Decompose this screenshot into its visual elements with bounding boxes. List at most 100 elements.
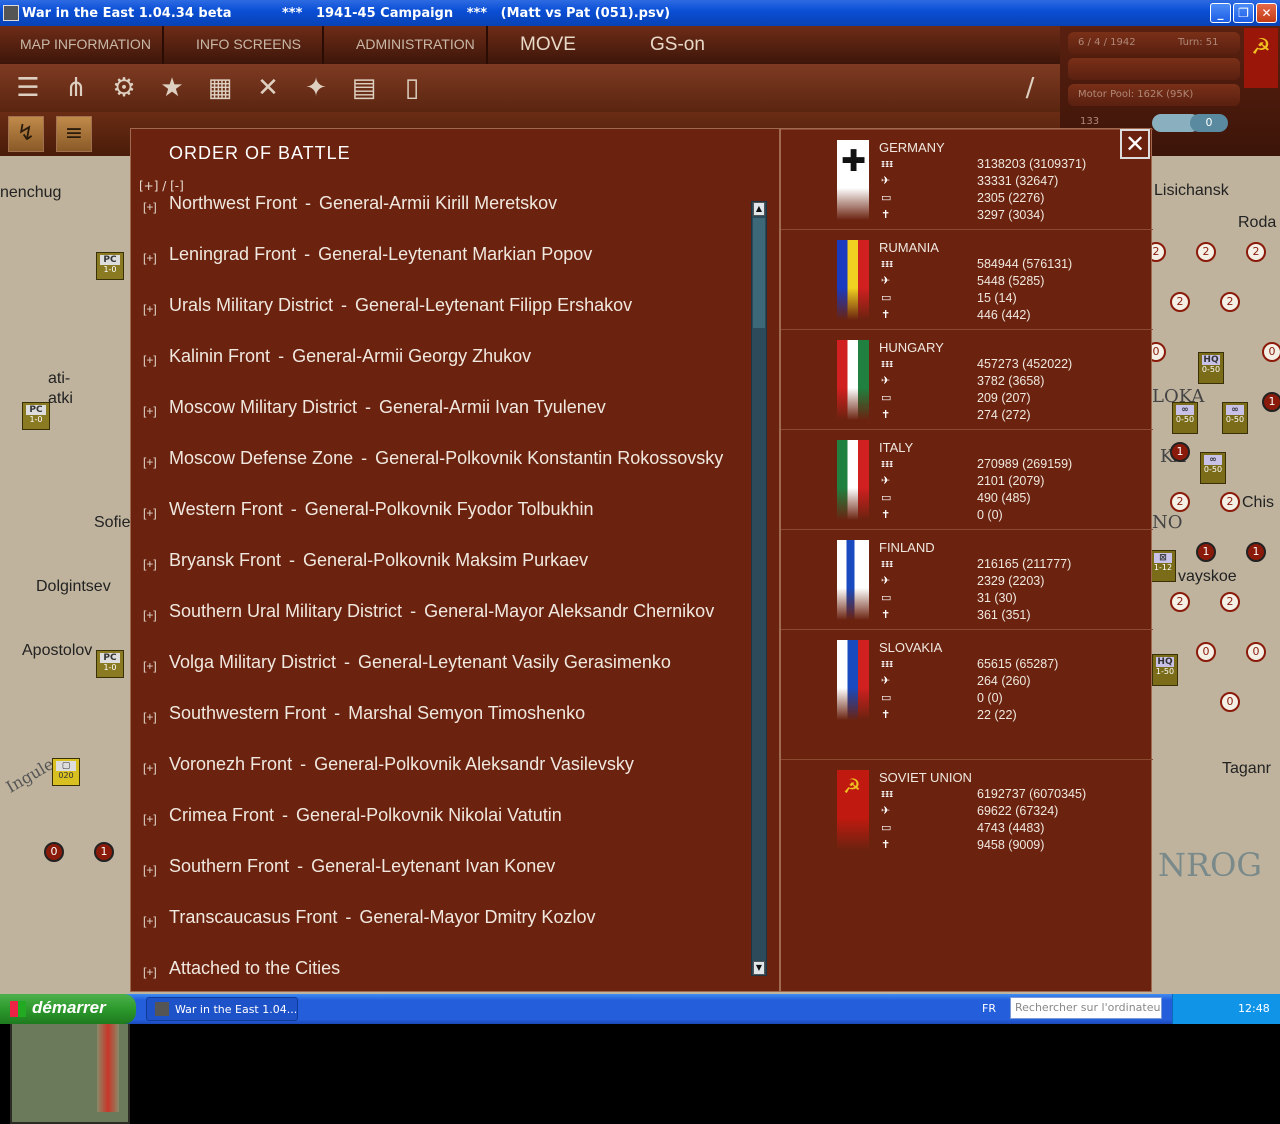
soviet-hq-counter[interactable]: HQ 1-50 <box>1152 654 1178 686</box>
oob-front-row[interactable]: [+] Crimea Front - General-Polkovnik Nikola… <box>131 793 755 844</box>
oob-front-row[interactable]: [+] Leningrad Front - General-Leytenant Mar… <box>131 232 755 283</box>
aircraft-icon: ✈ <box>881 374 891 387</box>
soviet-unit-counter[interactable]: ∞ 0-50 <box>1172 402 1198 434</box>
port-icon[interactable]: ▯ <box>394 70 430 106</box>
star-icon[interactable]: ★ <box>154 70 190 106</box>
supply-marker[interactable]: 1 <box>94 842 114 862</box>
unit-counter[interactable]: PC 1-0 <box>22 402 50 430</box>
expand-toggle[interactable]: [+] <box>143 350 157 370</box>
close-window-button[interactable]: ✕ <box>1256 3 1277 23</box>
oob-front-row[interactable]: [+] Kalinin Front - General-Armii Georgy Zh… <box>131 334 755 385</box>
expand-toggle[interactable]: [+] <box>143 758 157 778</box>
aircraft-icon: ✈ <box>881 674 891 687</box>
supply-marker[interactable]: 0 <box>44 842 64 862</box>
menu-gs-toggle[interactable]: GS-on <box>650 34 705 56</box>
window-titlebar[interactable]: War in the East 1.04.34 beta *** 1941-45… <box>0 0 1280 26</box>
gear-icon[interactable]: ⚙ <box>106 70 142 106</box>
supply-marker[interactable]: 2 <box>1196 242 1216 262</box>
oob-front-row[interactable]: [+] Voronezh Front - General-Polkovnik Alek… <box>131 742 755 793</box>
supply-marker[interactable]: 2 <box>1170 492 1190 512</box>
expand-toggle[interactable]: [+] <box>143 656 157 676</box>
unit-hierarchy-icon[interactable]: ⋔ <box>58 70 94 106</box>
expand-toggle[interactable]: [+] <box>143 299 157 319</box>
unit-counter[interactable]: PC 1-0 <box>96 650 124 678</box>
maximize-button[interactable]: ❐ <box>1233 3 1254 23</box>
oob-scrollbar[interactable]: ▲ ▼ <box>751 201 767 976</box>
menu-move[interactable]: MOVE <box>520 34 576 56</box>
unit-counter[interactable]: ▢ 020 <box>52 758 80 786</box>
supply-marker[interactable]: 2 <box>1170 292 1190 312</box>
oob-front-row[interactable]: [+] Southern Front - General-Leytenant Ivan… <box>131 844 755 895</box>
supply-marker[interactable]: 0 <box>1220 692 1240 712</box>
rail-move-icon[interactable]: ≡ <box>56 116 92 152</box>
expand-toggle[interactable]: [+] <box>143 401 157 421</box>
close-oob-button[interactable]: ✕ <box>1120 129 1150 159</box>
supply-marker[interactable]: 2 <box>1246 242 1266 262</box>
supply-marker[interactable]: 2 <box>1170 592 1190 612</box>
menu-administration[interactable]: ADMINISTRATION <box>356 36 475 52</box>
oob-front-row[interactable]: [+] Volga Military District - General-Leyte… <box>131 640 755 691</box>
supply-marker[interactable]: 0 <box>1246 642 1266 662</box>
soviet-side-button[interactable]: ☭ <box>1244 28 1278 88</box>
expand-toggle[interactable]: [+] <box>143 860 157 880</box>
separator: - <box>278 346 285 366</box>
expand-toggle[interactable]: [+] <box>143 452 157 472</box>
menu-info-screens[interactable]: INFO SCREENS <box>196 36 301 52</box>
oob-front-row[interactable]: [+] Transcaucasus Front - General-Mayor Dmi… <box>131 895 755 946</box>
oob-front-row[interactable]: [+] Urals Military District - General-Leyte… <box>131 283 755 334</box>
expand-toggle[interactable]: [+] <box>143 962 157 981</box>
supply-marker[interactable]: 2 <box>1220 592 1240 612</box>
expand-toggle[interactable]: [+] <box>143 554 157 574</box>
scroll-up-button[interactable]: ▲ <box>753 202 765 216</box>
scroll-down-button[interactable]: ▼ <box>753 961 765 975</box>
expand-toggle[interactable]: [+] <box>143 809 157 829</box>
start-button[interactable]: démarrer <box>0 994 136 1024</box>
soviet-unit-counter[interactable]: ⊠ 1-12 <box>1150 550 1176 582</box>
unit-type: ∞ <box>1176 405 1194 415</box>
supply-marker[interactable]: 1 <box>1196 542 1216 562</box>
supply-marker[interactable]: 1 <box>1262 392 1280 412</box>
oob-front-row[interactable]: [+] Moscow Military District - General-Armi… <box>131 385 755 436</box>
supply-marker[interactable]: 1 <box>1170 442 1190 462</box>
info-value[interactable]: 0 <box>1190 114 1228 132</box>
language-indicator[interactable]: FR <box>982 1002 996 1015</box>
soviet-unit-counter[interactable]: ∞ 0-50 <box>1200 452 1226 484</box>
combat-icon[interactable]: ✕ <box>250 70 286 106</box>
supply-marker[interactable]: 2 <box>1220 292 1240 312</box>
soviet-unit-counter[interactable]: ∞ 0-50 <box>1222 402 1248 434</box>
taskbar-app-button[interactable]: War in the East 1.04.... <box>146 997 298 1021</box>
oob-front-row[interactable]: [+] Southwestern Front - Marshal Semyon Tim… <box>131 691 755 742</box>
movement-arrow-icon[interactable]: ↯ <box>8 116 44 152</box>
expand-toggle[interactable]: [+] <box>143 605 157 625</box>
scroll-thumb[interactable] <box>753 218 765 328</box>
expand-toggle[interactable]: [+] <box>143 503 157 523</box>
supply-marker[interactable]: 1 <box>1246 542 1266 562</box>
oob-front-row[interactable]: [+] Moscow Defense Zone - General-Polkovnik… <box>131 436 755 487</box>
expand-toggle[interactable]: [+] <box>143 197 157 217</box>
menu-map-information[interactable]: MAP INFORMATION <box>20 36 151 52</box>
slovakia-flag-icon <box>837 640 869 720</box>
supply-marker[interactable]: 0 <box>1262 342 1280 362</box>
oob-front-row[interactable]: [+] Northwest Front - General-Armii Kirill … <box>131 191 755 232</box>
oob-front-row[interactable]: [+] Bryansk Front - General-Polkovnik Maksi… <box>131 538 755 589</box>
satellite-icon[interactable]: ✦ <box>298 70 334 106</box>
expand-toggle[interactable]: [+] <box>143 248 157 268</box>
infantry-icon: ᵻᵻᵻ <box>881 457 894 470</box>
oob-front-row[interactable]: [+] Attached to the Cities <box>131 946 755 981</box>
supply-marker[interactable]: 2 <box>1220 492 1240 512</box>
expand-toggle[interactable]: [+] <box>143 911 157 931</box>
turn-number: Turn: 51 <box>1178 37 1219 48</box>
taskbar-search-input[interactable]: Rechercher sur l'ordinateur <box>1010 997 1162 1019</box>
rail-icon[interactable]: ▤ <box>346 70 382 106</box>
soviet-hq-counter[interactable]: HQ 0-50 <box>1198 352 1224 384</box>
pencil-icon[interactable]: / <box>1012 70 1048 106</box>
minimize-button[interactable]: _ <box>1210 3 1231 23</box>
supply-marker[interactable]: 0 <box>1196 642 1216 662</box>
map-grid-icon[interactable]: ▦ <box>202 70 238 106</box>
expand-toggle[interactable]: [+] <box>143 707 157 727</box>
oob-front-row[interactable]: [+] Southern Ural Military District - Gener… <box>131 589 755 640</box>
unit-counter[interactable]: PC 1-0 <box>96 252 124 280</box>
stack-icon[interactable]: ☰ <box>10 70 46 106</box>
country-guns: 2101 (2079) <box>977 474 1045 488</box>
oob-front-row[interactable]: [+] Western Front - General-Polkovnik Fyodo… <box>131 487 755 538</box>
